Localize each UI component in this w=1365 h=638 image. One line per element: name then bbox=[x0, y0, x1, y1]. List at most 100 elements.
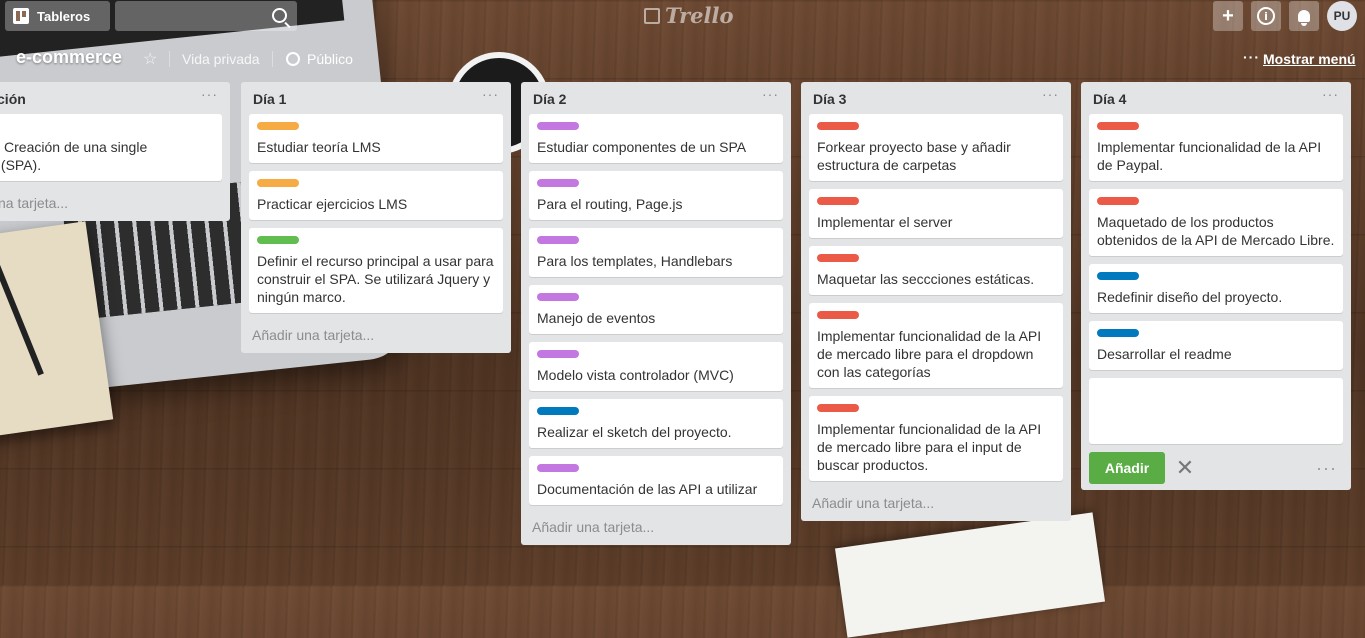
card-text: Para el routing, Page.js bbox=[537, 196, 683, 212]
card[interactable]: Estudiar componentes de un SPA bbox=[529, 114, 783, 163]
list-menu-icon[interactable]: ··· bbox=[482, 86, 499, 102]
trello-logo-icon bbox=[644, 7, 660, 24]
bell-icon bbox=[1298, 10, 1310, 26]
card[interactable]: Documentación de las API a utilizar bbox=[529, 456, 783, 505]
divider bbox=[272, 51, 273, 67]
list-header: Día 4 ··· bbox=[1089, 82, 1343, 114]
card-text: Implementar funcionalidad de la API de m… bbox=[817, 328, 1042, 380]
card-text: Practicar ejercicios LMS bbox=[257, 196, 408, 212]
card-label bbox=[537, 350, 579, 358]
boards-button[interactable]: Tableros bbox=[5, 1, 110, 31]
list-menu-icon[interactable]: ··· bbox=[201, 86, 218, 102]
boards-label: Tableros bbox=[37, 8, 91, 24]
top-header: Tableros Trello + i PU bbox=[0, 0, 1365, 32]
add-card-link[interactable]: Añadir una tarjeta... bbox=[529, 513, 783, 539]
card[interactable]: Definir el recurso principal a usar para… bbox=[249, 228, 503, 313]
card[interactable]: Modelo vista controlador (MVC) bbox=[529, 342, 783, 391]
card[interactable]: Implementar el server bbox=[809, 189, 1063, 238]
card-text: Estudiar componentes de un SPA bbox=[537, 139, 747, 155]
show-menu-link[interactable]: Mostrar menú bbox=[1263, 51, 1356, 67]
card-label bbox=[817, 311, 859, 319]
list-dia-3: Día 3 ··· Forkear proyecto base y añadir… bbox=[801, 82, 1071, 521]
card[interactable]: Implementar funcionalidad de la API de P… bbox=[1089, 114, 1343, 181]
list-title[interactable]: Día 4 bbox=[1093, 91, 1126, 107]
card[interactable]: Implementar funcionalidad de la API de m… bbox=[809, 396, 1063, 481]
list-header: Día 3 ··· bbox=[809, 82, 1063, 114]
newspaper-background-image bbox=[835, 512, 1105, 638]
close-icon[interactable]: ✕ bbox=[1175, 455, 1195, 481]
star-icon[interactable]: ☆ bbox=[143, 49, 157, 69]
list-organizacion: anización ··· ducto: Creación de una sin… bbox=[0, 82, 230, 221]
board-title[interactable]: e-commerce bbox=[16, 47, 122, 68]
card[interactable]: Implementar funcionalidad de la API de m… bbox=[809, 303, 1063, 388]
menu-dots-icon[interactable]: ··· bbox=[1243, 49, 1260, 65]
card[interactable]: Desarrollar el readme bbox=[1089, 321, 1343, 370]
add-card-link[interactable]: Añadir una tarjeta... bbox=[809, 489, 1063, 515]
boards-icon bbox=[13, 8, 29, 24]
new-card-textarea[interactable] bbox=[1089, 378, 1343, 444]
board-header: e-commerce ☆ Vida privada Público ··· Mo… bbox=[0, 44, 1365, 74]
card[interactable]: Redefinir diseño del proyecto. bbox=[1089, 264, 1343, 313]
card[interactable]: Practicar ejercicios LMS bbox=[249, 171, 503, 220]
search-input[interactable] bbox=[115, 1, 297, 31]
list-title[interactable]: Día 3 bbox=[813, 91, 846, 107]
list-dia-4: Día 4 ··· Implementar funcionalidad de l… bbox=[1081, 82, 1351, 490]
list-menu-icon[interactable]: ··· bbox=[1042, 86, 1059, 102]
card-label bbox=[1097, 329, 1139, 337]
card-text: Documentación de las API a utilizar bbox=[537, 481, 758, 497]
list-title[interactable]: Día 1 bbox=[253, 91, 286, 107]
card-label bbox=[1097, 197, 1139, 205]
logo-text: Trello bbox=[665, 3, 734, 28]
card-label bbox=[1097, 272, 1139, 280]
card-text: Implementar el server bbox=[817, 214, 953, 230]
privacy-button[interactable]: Vida privada bbox=[182, 51, 260, 67]
card[interactable]: Maquetar las seccciones estáticas. bbox=[809, 246, 1063, 295]
card-text: Forkear proyecto base y añadir estructur… bbox=[817, 139, 1011, 173]
card-label bbox=[537, 293, 579, 301]
card-text: Manejo de eventos bbox=[537, 310, 656, 326]
card-text: Desarrollar el readme bbox=[1097, 346, 1232, 362]
card-text: Implementar funcionalidad de la API de m… bbox=[817, 421, 1042, 473]
card[interactable]: Para los templates, Handlebars bbox=[529, 228, 783, 277]
card-label bbox=[817, 197, 859, 205]
card-text: Redefinir diseño del proyecto. bbox=[1097, 289, 1283, 305]
visibility-button[interactable]: Público bbox=[307, 51, 353, 67]
list-menu-icon[interactable]: ··· bbox=[762, 86, 779, 102]
card-text: Modelo vista controlador (MVC) bbox=[537, 367, 734, 383]
composer-controls: Añadir ✕ ··· bbox=[1089, 452, 1343, 484]
card[interactable]: Forkear proyecto base y añadir estructur… bbox=[809, 114, 1063, 181]
notifications-button[interactable] bbox=[1289, 1, 1319, 31]
card[interactable]: Manejo de eventos bbox=[529, 285, 783, 334]
card-text: ducto: Creación de una single e app (SPA… bbox=[0, 139, 148, 173]
search-icon[interactable] bbox=[272, 8, 287, 23]
add-card-link[interactable]: Añadir una tarjeta... bbox=[249, 321, 503, 347]
card-label bbox=[537, 464, 579, 472]
list-header: Día 2 ··· bbox=[529, 82, 783, 114]
list-menu-icon[interactable]: ··· bbox=[1322, 86, 1339, 102]
more-options-icon[interactable]: ··· bbox=[1316, 458, 1337, 479]
card-label bbox=[537, 122, 579, 130]
card[interactable]: Realizar el sketch del proyecto. bbox=[529, 399, 783, 448]
create-plus-button[interactable]: + bbox=[1213, 1, 1243, 31]
list-header: anización ··· bbox=[0, 82, 222, 114]
card-label bbox=[257, 236, 299, 244]
trello-logo[interactable]: Trello bbox=[644, 3, 734, 28]
card-label bbox=[817, 254, 859, 262]
avatar[interactable]: PU bbox=[1327, 1, 1357, 31]
info-button[interactable]: i bbox=[1251, 1, 1281, 31]
card-label bbox=[257, 179, 299, 187]
card[interactable]: Para el routing, Page.js bbox=[529, 171, 783, 220]
card-text: Estudiar teoría LMS bbox=[257, 139, 381, 155]
card[interactable]: ducto: Creación de una single e app (SPA… bbox=[0, 114, 222, 181]
add-card-link[interactable]: adir una tarjeta... bbox=[0, 189, 222, 215]
add-button[interactable]: Añadir bbox=[1089, 452, 1165, 484]
card-label bbox=[537, 407, 579, 415]
list-title[interactable]: anización bbox=[0, 91, 26, 107]
card[interactable]: Estudiar teoría LMS bbox=[249, 114, 503, 163]
list-title[interactable]: Día 2 bbox=[533, 91, 566, 107]
card-text: Realizar el sketch del proyecto. bbox=[537, 424, 732, 440]
list-dia-1: Día 1 ··· Estudiar teoría LMS Practicar … bbox=[241, 82, 511, 353]
card-label bbox=[537, 236, 579, 244]
card[interactable]: Maquetado de los productos obtenidos de … bbox=[1089, 189, 1343, 256]
info-icon: i bbox=[1257, 7, 1275, 25]
